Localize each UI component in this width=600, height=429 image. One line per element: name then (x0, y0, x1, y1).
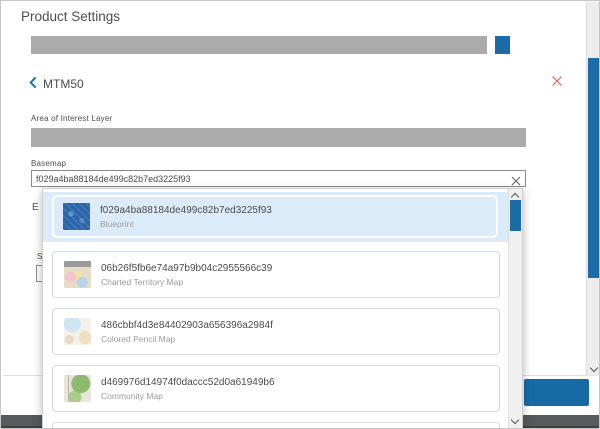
basemap-option-name: Blueprint (100, 219, 272, 229)
basemap-option-id: d469976d14974f0daccc52d0a61949b6 (101, 377, 275, 388)
basemap-input[interactable] (31, 170, 526, 187)
clipped-label-fragment: E (32, 202, 39, 213)
basemap-option-charted-territory[interactable]: 06b26f5fb6e74a97b9b04c2955566c39 Charted… (52, 251, 500, 298)
basemap-thumbnail-community (64, 375, 91, 402)
dropdown-scrollbar-thumb[interactable] (510, 200, 521, 231)
scroll-down-icon[interactable] (590, 364, 598, 372)
basemap-option-name: Community Map (101, 391, 275, 401)
close-icon[interactable] (551, 74, 563, 86)
basemap-option-id: 06b26f5fb6e74a97b9b04c2955566c39 (101, 263, 272, 274)
accent-square-button[interactable] (495, 36, 510, 54)
page-scrollbar-thumb[interactable] (588, 58, 600, 278)
redacted-area-of-interest-input[interactable] (31, 128, 526, 147)
basemap-option-id: 486cbbf4d3e84402903a656396a2984f (101, 320, 273, 331)
clear-input-icon[interactable] (511, 173, 522, 184)
basemap-thumbnail-colored-pencil (64, 318, 91, 345)
product-settings-dialog: Product Settings MTM50 Area of Interest … (0, 0, 600, 429)
redacted-product-input[interactable] (31, 36, 487, 54)
area-of-interest-label: Area of Interest Layer (31, 114, 112, 123)
basemap-option-id: f029a4ba88184de499c82b7ed3225f93 (100, 205, 272, 216)
dropdown-scrollbar[interactable] (508, 189, 522, 428)
page-title: Product Settings (21, 9, 120, 24)
basemap-option-partial[interactable] (52, 422, 500, 429)
dropdown-scroll-down-icon[interactable] (511, 416, 519, 424)
back-label: MTM50 (43, 77, 84, 91)
back-navigation[interactable]: MTM50 (29, 75, 84, 93)
basemap-thumbnail-charted-territory (64, 261, 91, 288)
basemap-option-name: Colored Pencil Map (101, 334, 273, 344)
basemap-dropdown: f029a4ba88184de499c82b7ed3225f93 Bluepri… (42, 188, 523, 429)
basemap-option-community[interactable]: d469976d14974f0daccc52d0a61949b6 Communi… (52, 365, 500, 412)
basemap-option-blueprint[interactable]: f029a4ba88184de499c82b7ed3225f93 Bluepri… (52, 195, 498, 238)
primary-action-button[interactable] (524, 379, 589, 406)
basemap-label: Basemap (31, 159, 66, 168)
basemap-option-colored-pencil[interactable]: 486cbbf4d3e84402903a656396a2984f Colored… (52, 308, 500, 355)
basemap-option-name: Charted Territory Map (101, 277, 272, 287)
back-chevron-icon (29, 75, 36, 93)
page-scrollbar[interactable] (586, 2, 600, 376)
basemap-thumbnail-blueprint (63, 203, 90, 230)
